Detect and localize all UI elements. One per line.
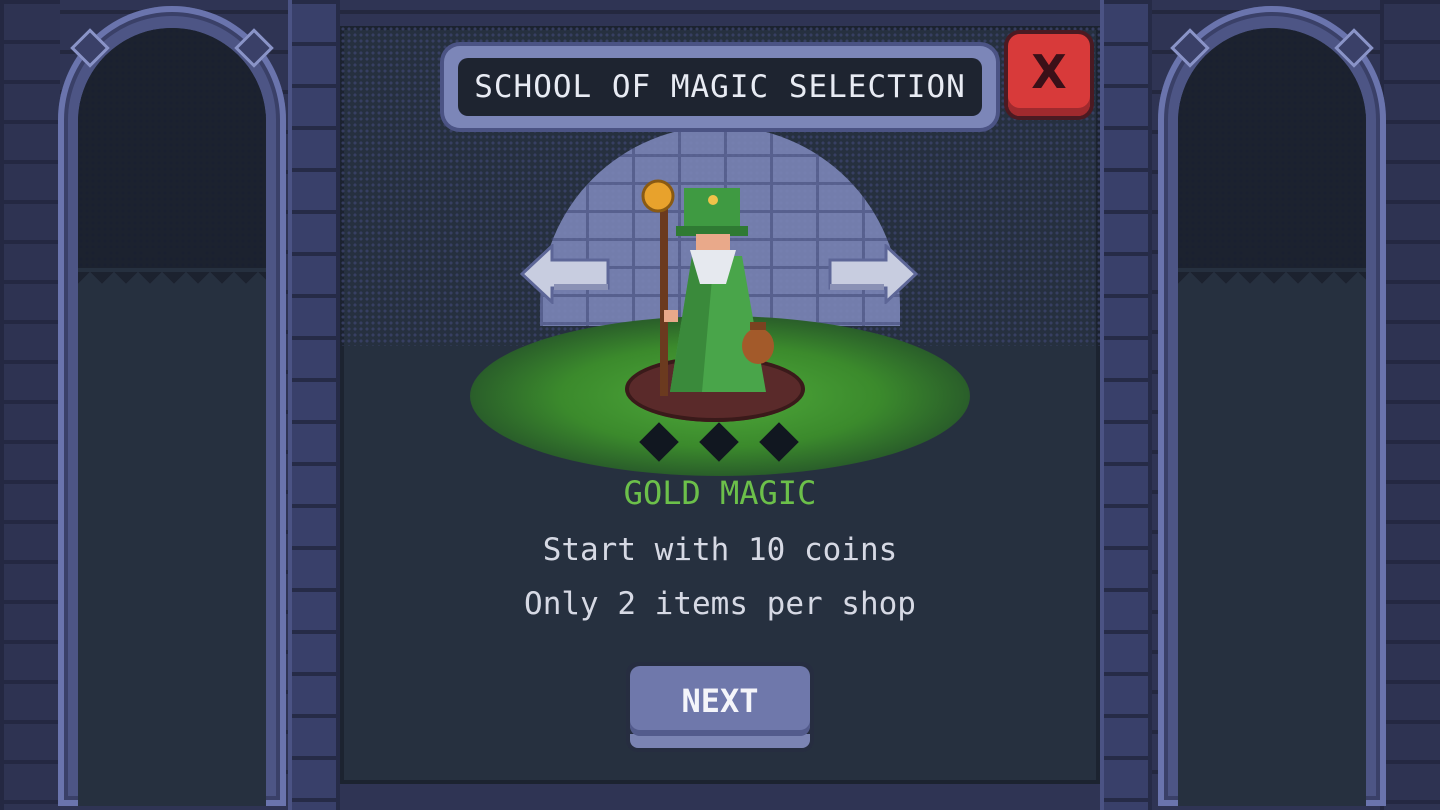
arched-window-right bbox=[1158, 6, 1386, 806]
close-icon: X bbox=[1031, 45, 1067, 99]
arrow-left-icon[interactable] bbox=[520, 244, 610, 304]
arrow-right-icon[interactable] bbox=[828, 244, 918, 304]
next-button-label: NEXT bbox=[630, 666, 810, 736]
school-name: GOLD MAGIC bbox=[623, 474, 817, 512]
castle-wall-right bbox=[1380, 0, 1440, 810]
window-pane bbox=[78, 28, 266, 806]
stone-pillar-right bbox=[1100, 0, 1152, 810]
castle-wall-left bbox=[0, 0, 60, 810]
window-pane bbox=[1178, 28, 1366, 806]
next-button[interactable]: NEXT bbox=[626, 662, 814, 752]
arched-window-left bbox=[58, 6, 286, 806]
wizard-character-icon bbox=[641, 179, 774, 396]
school-description-line: Only 2 items per shop bbox=[524, 586, 916, 622]
stone-pillar-left bbox=[288, 0, 340, 810]
dialog-title: SCHOOL OF MAGIC SELECTION bbox=[458, 58, 982, 116]
close-button[interactable]: X bbox=[1008, 34, 1090, 116]
game-screen: SCHOOL OF MAGIC SELECTION X GOLD MAGIC S… bbox=[0, 0, 1440, 810]
title-banner: SCHOOL OF MAGIC SELECTION bbox=[444, 46, 996, 128]
school-description-line: Start with 10 coins bbox=[542, 532, 898, 568]
